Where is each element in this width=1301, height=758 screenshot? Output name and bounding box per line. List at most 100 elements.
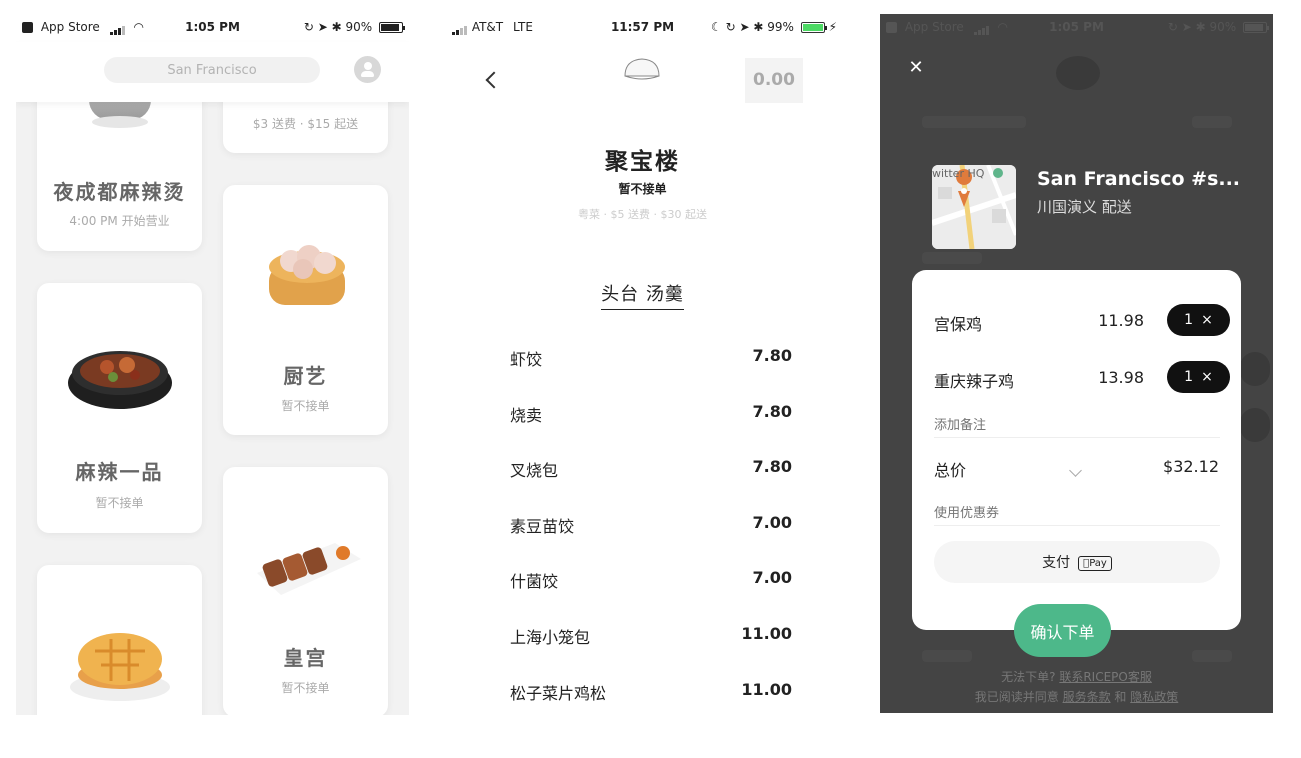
status-carrier: App Store [904, 20, 964, 34]
store-subtitle: 川国演义 配送 [1037, 198, 1132, 216]
menu-item-name: 素豆苗饺 [510, 516, 575, 536]
restaurant-name: 麻辣一品 [75, 460, 164, 484]
map-label: witter HQ [932, 167, 985, 180]
dumpling-logo-icon [622, 56, 662, 82]
restaurant-card[interactable]: 麻辣一品 暂不接单 [37, 283, 202, 533]
restaurant-card[interactable]: 夜成都麻辣烫 4:00 PM 开始营业 [37, 84, 202, 251]
signal-icon [109, 21, 126, 35]
rotation-lock-icon: ↻ [303, 20, 314, 34]
menu-list: 虾饺 7.80 烧卖 7.80 叉烧包 7.80 素豆苗饺 7.00 什菌饺 7.00 上… [510, 338, 792, 715]
terms-and: 和 [1114, 690, 1127, 704]
status-carrier: App Store [40, 20, 100, 34]
status-right: ☾ ↻ ➤ ✱ 99% ⚡ [711, 20, 837, 34]
food-image [265, 229, 349, 315]
support-link[interactable]: 联系RICEPO客服 [1059, 670, 1152, 684]
food-image [251, 533, 365, 605]
terms-link[interactable]: 服务条款 [1063, 690, 1111, 704]
menu-item[interactable]: 松子菜片鸡松 11.00 [510, 672, 792, 715]
terms-text: 我已阅读并同意 服务条款 和 隐私政策 [880, 688, 1273, 705]
help-text: 无法下单? 联系RICEPO客服 [880, 668, 1273, 685]
status-bar: AT&T LTE 11:57 PM ☾ ↻ ➤ ✱ 99% ⚡ [440, 14, 845, 42]
restaurant-name: 厨艺 [283, 364, 328, 388]
menu-item-price: 7.80 [752, 401, 792, 421]
battery-percent: 99% [767, 20, 794, 34]
menu-item-price: 11.00 [741, 679, 792, 699]
dimmed-text [1192, 650, 1232, 662]
location-icon: ➤ [739, 20, 750, 34]
back-app-icon [886, 22, 897, 33]
coupon-field-wrapper [934, 502, 1220, 526]
order-item-name: 重庆辣子鸡 [934, 372, 1015, 391]
order-item-price: 11.98 [1098, 311, 1144, 330]
pay-label: 支付 [1042, 555, 1071, 571]
battery-icon [379, 22, 405, 33]
remove-icon[interactable]: × [1201, 369, 1213, 385]
menu-item[interactable]: 烧卖 7.80 [510, 394, 792, 450]
food-image [67, 607, 173, 703]
restaurant-card[interactable]: 皇宫 暂不接单 [223, 467, 388, 715]
checkout-screen: App Store ◠ 1:05 PM ↻ ➤ ✱ 90% ✕ witter H… [880, 14, 1273, 713]
menu-item[interactable]: 叉烧包 7.80 [510, 449, 792, 505]
quantity-pill[interactable]: 1 × [1167, 304, 1230, 336]
rotation-lock-icon: ↻ [1167, 20, 1178, 34]
location-icon: ➤ [1181, 20, 1192, 34]
remove-icon[interactable]: × [1201, 312, 1213, 328]
wifi-icon: ◠ [133, 20, 144, 34]
restaurant-title: 聚宝楼 [605, 149, 680, 175]
chevron-down-icon[interactable] [1069, 464, 1082, 477]
menu-item-price: 7.80 [752, 457, 792, 477]
location-search-input[interactable] [104, 57, 320, 83]
note-input[interactable] [934, 418, 1220, 433]
status-bar: App Store ◠ 1:05 PM ↻ ➤ ✱ 90% [880, 14, 1273, 42]
restaurant-sub: 4:00 PM 开始营业 [69, 214, 170, 228]
total-value: $32.12 [1163, 457, 1219, 476]
status-left: App Store ◠ [886, 20, 1008, 35]
menu-item[interactable]: 素豆苗饺 7.00 [510, 505, 792, 561]
close-icon[interactable]: ✕ [906, 58, 926, 78]
confirm-order-button[interactable]: 确认下单 [1014, 604, 1111, 657]
menu-item[interactable]: 什菌饺 7.00 [510, 560, 792, 616]
restaurant-card[interactable]: 厨艺 暂不接单 [223, 185, 388, 435]
menu-screen: AT&T LTE 11:57 PM ☾ ↻ ➤ ✱ 99% ⚡ 0.00 聚宝楼… [440, 14, 845, 715]
bluetooth-icon: ✱ [331, 20, 342, 34]
quantity-pill[interactable]: 1 × [1167, 361, 1230, 393]
menu-item[interactable]: 虾饺 7.80 [510, 338, 792, 394]
signal-icon [973, 21, 990, 35]
moon-icon: ☾ [710, 20, 722, 34]
status-time: 11:57 PM [610, 20, 675, 34]
status-time: 1:05 PM [185, 20, 240, 34]
restaurant-list-screen: App Store ◠ 1:05 PM ↻ ➤ ✱ 90% 夜成都麻辣烫 4:0… [16, 14, 409, 715]
menu-item-price: 11.00 [741, 623, 792, 643]
payment-method-button[interactable]: 支付 Pay [934, 541, 1220, 583]
food-image [65, 335, 175, 415]
back-app-icon[interactable] [22, 22, 33, 33]
privacy-link[interactable]: 隐私政策 [1130, 690, 1178, 704]
cart-total-button[interactable]: 0.00 [745, 58, 803, 103]
status-carrier: AT&T [471, 20, 504, 34]
rotation-lock-icon: ↻ [725, 20, 736, 34]
status-network: LTE [512, 20, 533, 34]
apple-pay-badge: Pay [1078, 555, 1112, 571]
menu-section-header: 头台 汤羹 [440, 280, 845, 310]
dimmed-logo [1056, 56, 1100, 90]
status-time: 1:05 PM [1049, 20, 1104, 34]
battery-percent: 90% [1209, 20, 1237, 34]
bluetooth-icon: ✱ [1195, 20, 1206, 34]
menu-item-name: 什菌饺 [510, 572, 559, 592]
back-button[interactable] [485, 71, 503, 89]
terms-prefix: 我已阅读并同意 [974, 690, 1059, 704]
restaurant-sub: 暂不接单 [95, 496, 144, 510]
dimmed-text [922, 650, 972, 662]
restaurant-card[interactable] [37, 565, 202, 715]
section-title: 头台 汤羹 [601, 280, 684, 310]
dimmed-text [922, 252, 982, 264]
restaurant-sub: 暂不接单 [281, 681, 330, 695]
coupon-input[interactable] [934, 506, 1220, 521]
status-left: App Store ◠ [22, 20, 144, 35]
profile-button[interactable] [354, 56, 381, 83]
restaurant-info: 粤菜 · $5 送费 · $30 起送 [578, 208, 707, 221]
menu-item-price: 7.00 [752, 512, 792, 532]
total-label: 总价 [934, 461, 967, 480]
store-map-thumbnail: witter HQ [932, 165, 1016, 249]
menu-item[interactable]: 上海小笼包 11.00 [510, 616, 792, 672]
